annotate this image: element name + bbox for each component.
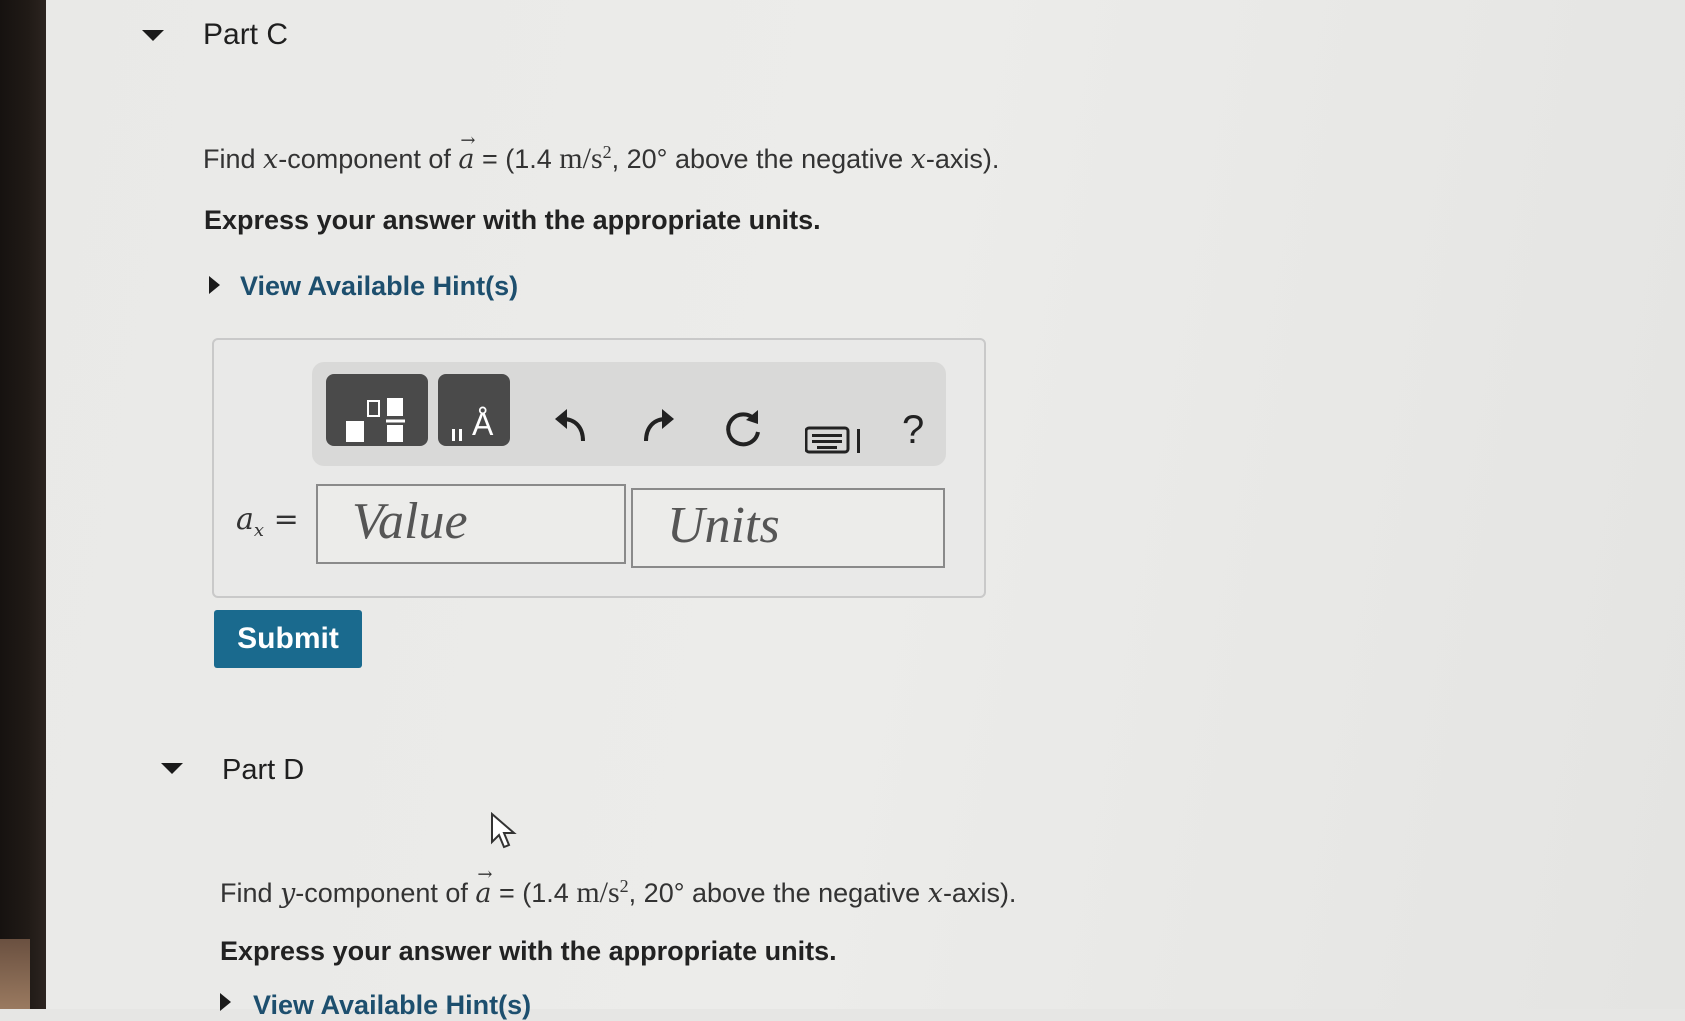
templates-icon bbox=[346, 398, 405, 442]
redo-icon[interactable] bbox=[640, 407, 676, 454]
collapse-part-d-icon[interactable] bbox=[161, 763, 183, 774]
collapse-part-c-icon[interactable] bbox=[142, 30, 164, 41]
templates-button[interactable] bbox=[326, 374, 428, 446]
vector-symbol: a → bbox=[458, 130, 476, 175]
part-c-hint-link[interactable]: View Available Hint(s) bbox=[240, 271, 518, 302]
question-mid: -component of bbox=[295, 878, 476, 908]
background-surface bbox=[0, 939, 30, 1009]
question-var: y bbox=[280, 878, 296, 909]
question-prefix: Find bbox=[203, 144, 264, 174]
value-input[interactable]: Value bbox=[316, 484, 626, 564]
question-eq: = (1.4 bbox=[491, 878, 577, 908]
undo-icon[interactable] bbox=[553, 407, 589, 454]
question-prefix: Find bbox=[220, 878, 281, 908]
part-d-hint-link[interactable]: View Available Hint(s) bbox=[253, 990, 531, 1021]
units-input[interactable]: Units bbox=[631, 488, 945, 568]
part-d-hint-expand-icon[interactable] bbox=[220, 993, 231, 1011]
question-suffix: -axis). bbox=[925, 144, 1000, 174]
help-icon[interactable]: ? bbox=[902, 410, 924, 450]
units-glyph: Å bbox=[472, 406, 494, 442]
question-exp: 2 bbox=[619, 876, 629, 896]
mouse-cursor-icon bbox=[491, 812, 517, 849]
question-axis: x bbox=[910, 144, 926, 175]
answer-variable-label: ax = bbox=[236, 502, 299, 541]
vector-arrow-icon: → bbox=[460, 130, 476, 151]
vector-arrow-icon: → bbox=[477, 864, 493, 885]
submit-button[interactable]: Submit bbox=[214, 610, 362, 668]
units-button[interactable]: Å bbox=[438, 374, 510, 446]
part-c-title: Part C bbox=[203, 18, 289, 51]
question-unit: m/s bbox=[559, 142, 603, 175]
part-d-instruction: Express your answer with the appropriate… bbox=[220, 936, 837, 966]
question-angle: , 20° above the negative bbox=[611, 144, 911, 174]
monitor-bezel bbox=[0, 0, 46, 1009]
vector-symbol: a → bbox=[475, 864, 493, 909]
part-d-title: Part D bbox=[222, 754, 305, 786]
hint-expand-icon[interactable] bbox=[209, 276, 220, 294]
question-axis: x bbox=[927, 878, 943, 909]
keyboard-icon[interactable] bbox=[804, 420, 865, 462]
question-eq: = (1.4 bbox=[474, 144, 560, 174]
question-unit: m/s bbox=[576, 876, 620, 909]
question-mid: -component of bbox=[278, 144, 459, 174]
part-c-question: Find x-component of a → = (1.4 m/s2, 20° … bbox=[203, 130, 1000, 176]
question-exp: 2 bbox=[602, 142, 612, 162]
question-var: x bbox=[263, 144, 279, 175]
question-angle: , 20° above the negative bbox=[628, 878, 928, 908]
part-c-instruction: Express your answer with the appropriate… bbox=[204, 205, 821, 235]
reset-icon[interactable] bbox=[722, 408, 764, 457]
question-suffix: -axis). bbox=[942, 878, 1017, 908]
part-d-question: Find y-component of a → = (1.4 m/s2, 20° … bbox=[220, 864, 1017, 910]
